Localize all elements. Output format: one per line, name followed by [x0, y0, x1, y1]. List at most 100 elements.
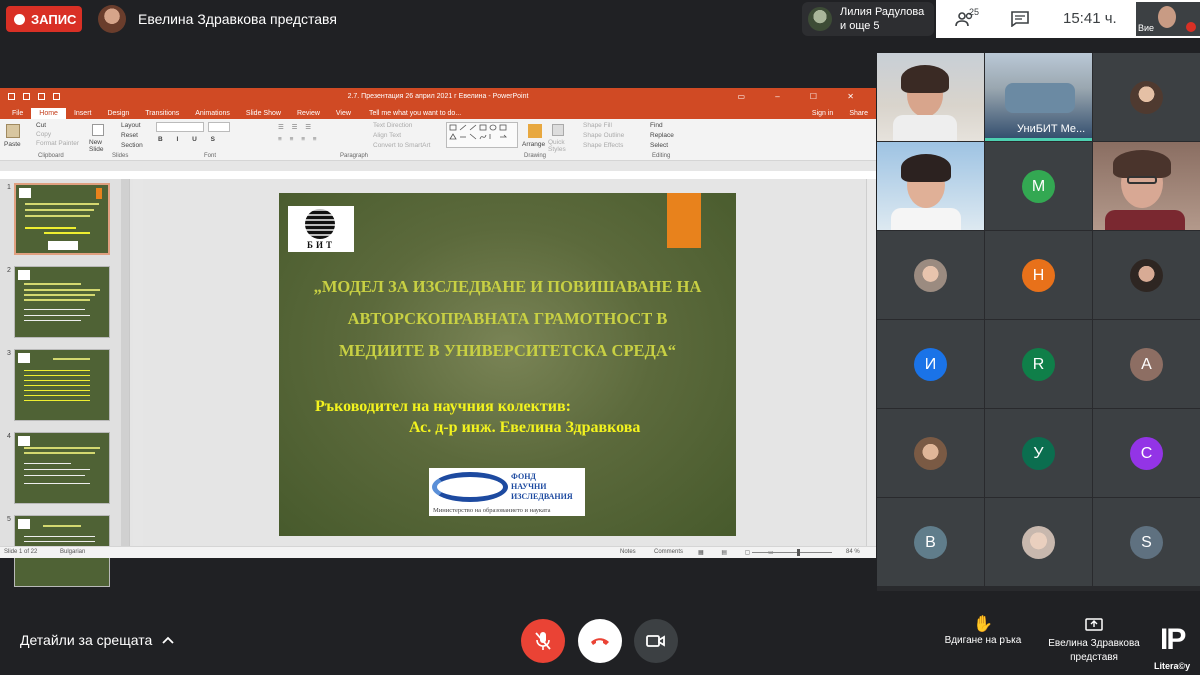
- participant-tile[interactable]: У: [985, 409, 1092, 497]
- fund-text: ФОНД НАУЧНИ ИЗСЛЕДВАНИЯ: [511, 472, 573, 502]
- quick-styles-button[interactable]: Quick Styles: [548, 139, 570, 153]
- tab-animations[interactable]: Animations: [187, 108, 238, 119]
- participant-photo-avatar: [914, 259, 947, 292]
- slide-thumbnail[interactable]: [14, 432, 110, 504]
- camera-toggle-button[interactable]: [634, 619, 678, 663]
- format-painter-button[interactable]: Format Painter: [36, 140, 79, 147]
- language-indicator[interactable]: Bulgarian: [60, 549, 85, 555]
- participant-photo-avatar: [1130, 259, 1163, 292]
- slide-thumbnail[interactable]: [14, 349, 110, 421]
- participant-tile[interactable]: [1093, 53, 1200, 141]
- notes-button[interactable]: Notes: [620, 549, 636, 555]
- reset-button[interactable]: Reset: [121, 132, 138, 139]
- participant-tile-video[interactable]: [877, 142, 984, 230]
- tab-view[interactable]: View: [328, 108, 359, 119]
- thumb-number: 2: [7, 267, 11, 274]
- font-size-input[interactable]: [208, 122, 230, 132]
- font-format-buttons[interactable]: B I U S: [158, 136, 221, 143]
- participant-tile[interactable]: S: [1093, 498, 1200, 586]
- replace-button[interactable]: Replace: [650, 132, 674, 139]
- presenting-status-button[interactable]: Евелина Здравкова представя: [1044, 618, 1144, 665]
- zoom-slider-thumb[interactable]: [797, 549, 800, 556]
- chat-icon[interactable]: [1009, 8, 1031, 30]
- raise-hand-button[interactable]: ✋ Вдигане на ръка: [941, 617, 1025, 648]
- research-fund-logo: ФОНД НАУЧНИ ИЗСЛЕДВАНИЯ Министерство на …: [429, 468, 585, 516]
- comments-button[interactable]: Comments: [654, 549, 683, 555]
- participant-tile[interactable]: R: [985, 320, 1092, 408]
- participant-tile[interactable]: [877, 231, 984, 319]
- undo-icon[interactable]: [23, 93, 30, 100]
- participant-tile-video[interactable]: [877, 53, 984, 141]
- self-view-tile[interactable]: Вие: [1136, 2, 1200, 36]
- present-icon[interactable]: [53, 93, 60, 100]
- ppt-statusbar: Slide 1 of 22 Bulgarian Notes Comments ▦…: [0, 546, 876, 558]
- copy-button[interactable]: Copy: [36, 131, 51, 138]
- participant-tile-video[interactable]: [1093, 142, 1200, 230]
- select-button[interactable]: Select: [650, 142, 668, 149]
- editor-scrollbar[interactable]: [866, 179, 876, 546]
- recording-badge[interactable]: ЗАПИС: [6, 6, 82, 32]
- save-icon[interactable]: [8, 93, 15, 100]
- participant-initial-avatar: И: [914, 348, 947, 381]
- ministry-text: Министерство на образованието и науката: [433, 507, 551, 514]
- speaking-participant-chip[interactable]: Лилия Радулова и още 5: [802, 2, 934, 36]
- sign-in-link[interactable]: Sign in: [804, 108, 841, 119]
- participant-tile[interactable]: M: [985, 142, 1092, 230]
- chip-text: Лилия Радулова и още 5: [840, 5, 924, 33]
- participant-tile[interactable]: [985, 498, 1092, 586]
- tab-home[interactable]: Home: [31, 108, 66, 119]
- align-buttons[interactable]: ≡ ≡ ≡ ≡: [278, 136, 320, 143]
- leave-call-button[interactable]: [578, 619, 622, 663]
- paste-button[interactable]: Paste: [4, 141, 21, 148]
- participant-tile[interactable]: C: [1093, 409, 1200, 497]
- participant-photo-avatar: [914, 437, 947, 470]
- participant-tile[interactable]: H: [985, 231, 1092, 319]
- new-slide-button[interactable]: New Slide: [89, 139, 109, 153]
- top-bar: ЗАПИС Евелина Здравкова представя Лилия …: [0, 0, 1200, 38]
- tab-design[interactable]: Design: [99, 108, 137, 119]
- quick-access-toolbar: [8, 93, 60, 100]
- cut-button[interactable]: Cut: [36, 122, 46, 129]
- participant-initial-avatar: C: [1130, 437, 1163, 470]
- layout-button[interactable]: Layout: [121, 122, 141, 129]
- shape-fill-button[interactable]: Shape Fill: [583, 122, 612, 129]
- shape-effects-button[interactable]: Shape Effects: [583, 142, 623, 149]
- thumbnails-scrollbar[interactable]: [121, 179, 129, 546]
- participant-tile[interactable]: A: [1093, 320, 1200, 408]
- zoom-slider[interactable]: [752, 552, 832, 553]
- tab-file[interactable]: File: [4, 108, 31, 119]
- shapes-gallery[interactable]: [446, 122, 518, 148]
- participant-initial-avatar: H: [1022, 259, 1055, 292]
- tab-review[interactable]: Review: [289, 108, 328, 119]
- tell-me-search[interactable]: Tell me what you want to do...: [359, 108, 471, 119]
- participant-tile[interactable]: [1093, 231, 1200, 319]
- arrange-button[interactable]: Arrange: [522, 141, 545, 148]
- align-text-button[interactable]: Align Text: [373, 132, 401, 139]
- section-button[interactable]: Section: [121, 142, 143, 149]
- participants-grid: УниБИТ Ме... M H И R A У C B S: [877, 53, 1200, 591]
- mic-toggle-button[interactable]: [521, 619, 565, 663]
- meeting-details-button[interactable]: Детайли за срещата: [20, 632, 174, 648]
- list-buttons[interactable]: ☰ ☰ ☰: [278, 123, 314, 131]
- fund-line: НАУЧНИ: [511, 482, 547, 491]
- convert-smartart-button[interactable]: Convert to SmartArt: [373, 142, 430, 149]
- text-direction-button[interactable]: Text Direction: [373, 122, 412, 129]
- participant-tile[interactable]: И: [877, 320, 984, 408]
- tab-transitions[interactable]: Transitions: [137, 108, 187, 119]
- tab-slide-show[interactable]: Slide Show: [238, 108, 289, 119]
- participant-tile[interactable]: B: [877, 498, 984, 586]
- bottom-controls-bar: Детайли за срещата ✋ Вдигане на ръка Еве…: [0, 605, 1200, 675]
- redo-icon[interactable]: [38, 93, 45, 100]
- tab-insert[interactable]: Insert: [66, 108, 100, 119]
- slide-thumbnail[interactable]: [14, 266, 110, 338]
- zoom-level[interactable]: 84 %: [846, 549, 860, 555]
- participant-tile[interactable]: [877, 409, 984, 497]
- font-name-input[interactable]: [156, 122, 204, 132]
- shape-outline-button[interactable]: Shape Outline: [583, 132, 624, 139]
- find-button[interactable]: Find: [650, 122, 663, 129]
- share-button[interactable]: Share: [841, 108, 876, 119]
- window-controls-icon[interactable]: ▭ – ☐ ✕: [737, 88, 868, 105]
- participant-tile-unibit-room[interactable]: УниБИТ Ме...: [985, 53, 1092, 141]
- bit-logo: БИТ: [288, 206, 354, 252]
- slide-thumbnail[interactable]: [14, 183, 110, 255]
